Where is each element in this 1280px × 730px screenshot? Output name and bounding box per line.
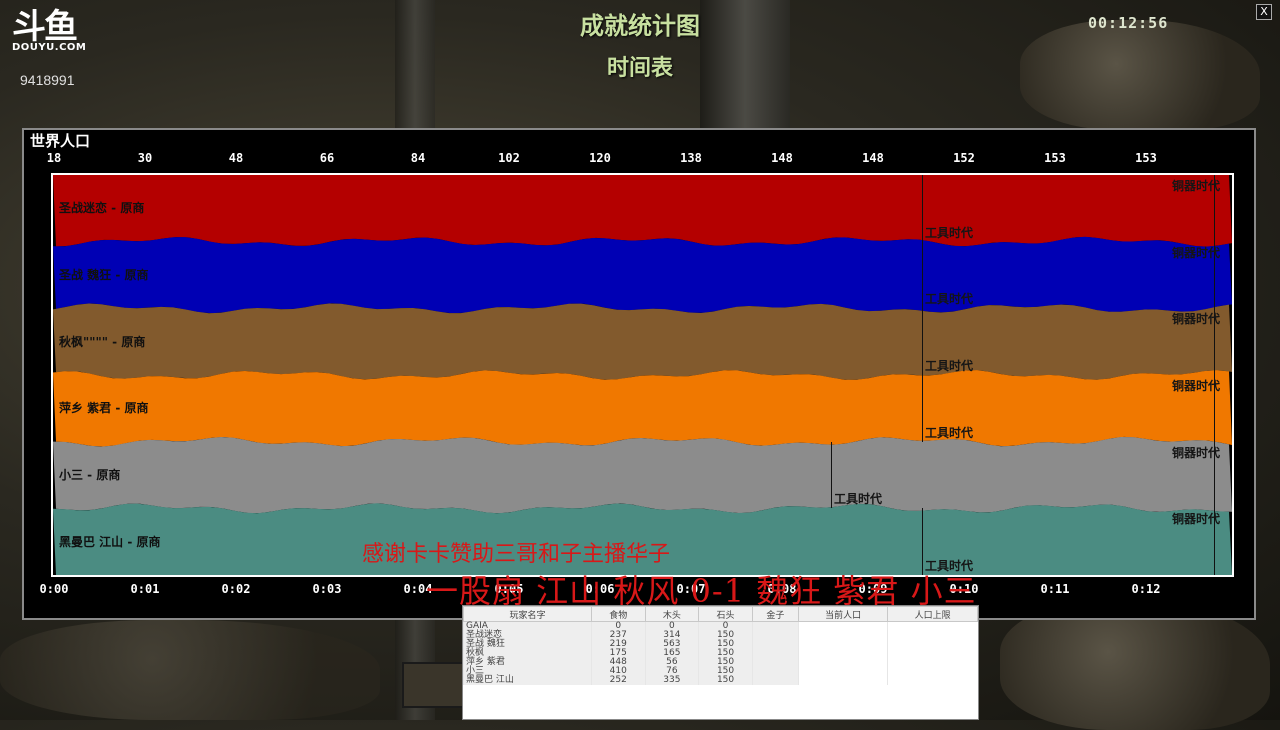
table-cell <box>797 658 888 667</box>
age-up-label: 工具时代 <box>925 425 974 440</box>
table-cell <box>751 621 799 631</box>
time-tick-label: 0:00 <box>39 582 69 596</box>
age-up-label: 铜器时代 <box>1172 312 1221 327</box>
page-subtitle: 时间表 <box>606 55 673 81</box>
table-cell <box>797 621 888 631</box>
chart-title: 世界人口 <box>30 132 91 150</box>
population-band <box>53 175 1232 247</box>
band-player-label: 圣战迷恋 - 原商 <box>59 201 145 216</box>
population-band <box>53 236 1232 314</box>
table-cell <box>797 676 888 685</box>
band-player-label: 小三 - 原商 <box>59 468 121 482</box>
top-tick-label: 30 <box>137 151 153 165</box>
table-cell <box>797 649 888 658</box>
table-cell <box>751 667 799 676</box>
background-statue <box>0 620 380 720</box>
table-cell <box>751 658 799 667</box>
table-cell <box>797 667 888 676</box>
column-header[interactable]: 金子 <box>751 606 799 622</box>
top-tick-label: 138 <box>680 151 702 165</box>
age-up-label: 铜器时代 <box>1172 445 1221 460</box>
age-up-label: 铜器时代 <box>1172 245 1221 260</box>
time-tick-label: 0:11 <box>1040 582 1070 596</box>
age-up-label: 铜器时代 <box>1172 379 1221 393</box>
top-tick-label: 66 <box>319 151 335 165</box>
band-player-label: 秋枫"""" - 原商 <box>59 334 146 349</box>
game-panel-button[interactable] <box>402 662 466 708</box>
time-tick-label: 0:02 <box>221 582 251 596</box>
table-cell <box>797 631 888 640</box>
time-tick-label: 0:03 <box>312 582 342 596</box>
age-up-marker <box>922 241 923 309</box>
population-band <box>53 437 1232 514</box>
column-header[interactable]: 木头 <box>644 606 700 622</box>
age-up-label: 铜器时代 <box>1172 179 1221 193</box>
table-body: GAIA 0 0 0 圣战迷恋 237 314 150 圣战 魏狂 219 563 150 秋枫 175 1… <box>463 621 978 685</box>
table-cell <box>887 649 978 658</box>
table-cell <box>887 631 978 640</box>
table-cell <box>887 621 978 631</box>
age-up-label: 铜器时代 <box>1172 512 1221 527</box>
top-tick-label: 153 <box>1135 151 1157 165</box>
population-band <box>53 303 1232 380</box>
age-up-label: 工具时代 <box>925 225 974 240</box>
top-tick-label: 148 <box>771 151 793 165</box>
band-player-label: 圣战 魏狂 - 原商 <box>59 268 149 282</box>
table-cell <box>751 640 799 649</box>
time-tick-label: 0:01 <box>130 582 160 596</box>
population-band <box>53 370 1232 447</box>
table-header-row: 玩家名字 食物 木头 石头 金子 当前人口 人口上限 <box>463 606 978 622</box>
game-clock: 00:12:56 <box>1088 14 1169 32</box>
table-cell <box>797 640 888 649</box>
table-cell: 黑曼巴 江山 <box>463 676 592 685</box>
top-tick-label: 102 <box>498 151 520 165</box>
age-up-marker <box>922 508 923 575</box>
table-cell <box>751 676 799 685</box>
table-cell <box>887 667 978 676</box>
age-up-label: 工具时代 <box>925 292 974 307</box>
age-up-label: 工具时代 <box>834 492 883 507</box>
close-button[interactable]: X <box>1256 4 1272 20</box>
top-tick-label: 153 <box>1044 151 1066 165</box>
top-tick-label: 152 <box>953 151 975 165</box>
top-tick-label: 48 <box>228 151 244 165</box>
column-header[interactable]: 当前人口 <box>797 606 889 622</box>
population-chart: 圣战迷恋 - 原商 工具时代 铜器时代 圣战 魏狂 - 原商 工具时代 铜器时代 秋枫"""… <box>51 173 1234 577</box>
top-tick-label: 84 <box>410 151 426 165</box>
time-tick-label: 0:12 <box>1131 582 1161 596</box>
table-cell <box>887 676 978 685</box>
table-cell <box>751 631 799 640</box>
band-player-label: 黑曼巴 江山 - 原商 <box>59 534 161 549</box>
column-header[interactable]: 人口上限 <box>887 606 978 622</box>
donation-overlay-text: 感谢卡卡赞助三哥和子主播华子 <box>362 542 671 567</box>
table-cell: 150 <box>698 676 753 685</box>
table-cell <box>887 640 978 649</box>
table-cell: 335 <box>644 676 699 685</box>
band-player-label: 萍乡 紫君 - 原商 <box>59 401 149 416</box>
top-tick-label: 148 <box>862 151 884 165</box>
column-header[interactable]: 玩家名字 <box>463 606 592 622</box>
table-cell: 252 <box>590 676 646 685</box>
top-tick-label: 18 <box>46 151 62 165</box>
resource-stats-panel: 玩家名字 食物 木头 石头 金子 当前人口 人口上限 GAIA 0 0 0 圣战迷恋 237 314 15… <box>462 605 979 720</box>
resource-stats-table: 玩家名字 食物 木头 石头 金子 当前人口 人口上限 GAIA 0 0 0 圣战迷恋 237 314 15… <box>463 606 978 685</box>
column-header[interactable]: 石头 <box>698 606 753 622</box>
column-header[interactable]: 食物 <box>590 606 646 622</box>
age-up-marker <box>831 441 832 509</box>
table-cell <box>751 649 799 658</box>
age-up-marker <box>922 308 923 375</box>
age-up-label: 工具时代 <box>925 359 974 373</box>
table-cell <box>887 658 978 667</box>
chart-area-svg <box>53 175 1232 575</box>
age-up-marker <box>922 375 923 442</box>
age-up-marker <box>922 175 923 242</box>
top-tick-label: 120 <box>589 151 611 165</box>
table-row: 黑曼巴 江山 252 335 150 <box>463 676 978 685</box>
